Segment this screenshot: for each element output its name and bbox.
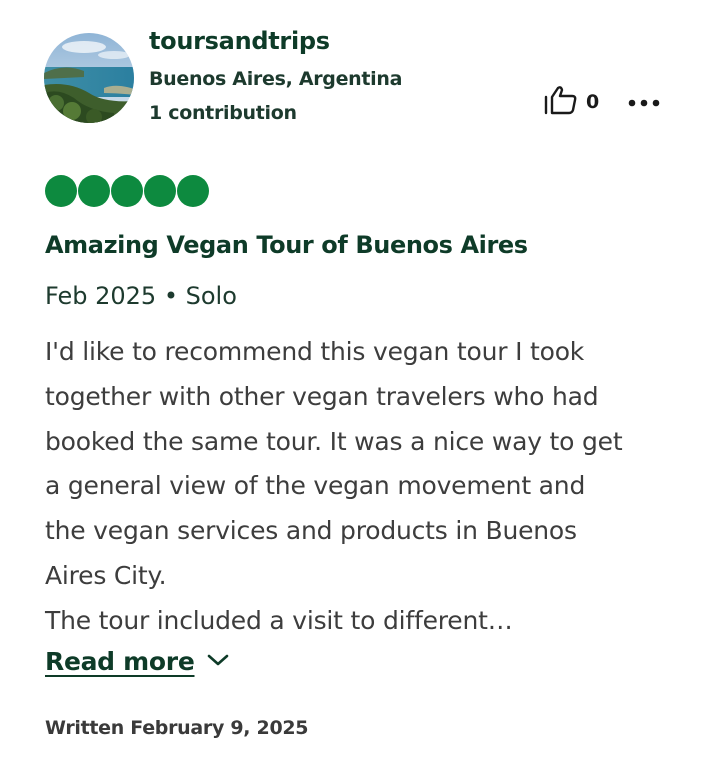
rating-bubbles [45, 175, 209, 207]
more-options-button[interactable] [626, 88, 662, 114]
review-body: I'd like to recommend this vegan tour I … [45, 330, 705, 644]
reviewer-contributions: 1 contribution [149, 102, 297, 124]
review-meta: Feb 2025 • Solo [45, 282, 237, 310]
review-title[interactable]: Amazing Vegan Tour of Buenos Aires [45, 231, 528, 259]
thumbs-up-icon [544, 85, 578, 119]
rating-bubble-filled [177, 175, 209, 207]
rating-bubble-filled [78, 175, 110, 207]
review-body-line: I'd like to recommend this vegan tour I … [45, 337, 585, 366]
more-options-icon [628, 92, 660, 111]
review-body-line: The tour included a visit to different… [45, 605, 513, 635]
written-date: Written February 9, 2025 [45, 717, 309, 739]
review-body-line: together with other vegan travelers who … [45, 381, 599, 411]
reviewer-location: Buenos Aires, Argentina [149, 68, 403, 90]
avatar-image [44, 33, 134, 123]
rating-bubble-filled [111, 175, 143, 207]
helpful-vote-button[interactable]: 0 [544, 86, 599, 118]
read-more-button[interactable]: Read more [45, 647, 229, 676]
reviewer-username[interactable]: toursandtrips [149, 27, 330, 55]
rating-bubble-filled [144, 175, 176, 207]
review-body-line: Aires City. [45, 560, 167, 590]
review-body-line: booked the same tour. It was a nice way … [45, 426, 623, 456]
read-more-label: Read more [45, 647, 195, 676]
reviewer-avatar[interactable] [44, 33, 134, 123]
rating-bubble-filled [45, 175, 77, 207]
review-body-line: the vegan services and products in Bueno… [45, 516, 577, 546]
chevron-down-icon [207, 652, 229, 671]
review-body-line: a general view of the vegan movement and [45, 471, 586, 501]
helpful-count: 0 [586, 91, 600, 113]
